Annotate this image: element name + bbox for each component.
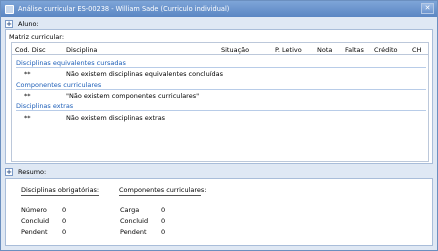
numero-label: Número bbox=[21, 206, 47, 214]
app-icon bbox=[5, 4, 14, 14]
expand-icon[interactable]: + bbox=[5, 168, 13, 176]
resumo-panel: Disciplinas obrigatórias: Número 0 Concl… bbox=[5, 178, 433, 246]
resumo-label: Resumo: bbox=[18, 168, 47, 176]
col-ch[interactable]: CH bbox=[412, 46, 421, 54]
col-disciplina[interactable]: Disciplina bbox=[66, 46, 97, 54]
analysis-window: Análise curricular ES-00238 - William Sa… bbox=[0, 0, 438, 251]
obrigatorias-divider bbox=[21, 195, 99, 196]
concluidas-label: Concluid bbox=[120, 217, 149, 225]
col-periodo-letivo[interactable]: P. Letivo bbox=[275, 46, 302, 54]
grid-header: Cod. Disc Disciplina Situação P. Letivo … bbox=[12, 43, 428, 55]
group-disciplinas-extras[interactable]: Disciplinas extras bbox=[16, 102, 426, 111]
aluno-section-header[interactable]: + Aluno: bbox=[5, 20, 39, 28]
numero-value: 0 bbox=[62, 206, 67, 214]
concluidas-value: 0 bbox=[161, 217, 166, 225]
aluno-label: Aluno: bbox=[18, 20, 39, 28]
col-credito[interactable]: Crédito bbox=[374, 46, 398, 54]
group-componentes-curriculares[interactable]: Componentes curriculares bbox=[16, 81, 426, 90]
col-cod-disc[interactable]: Cod. Disc bbox=[15, 46, 46, 54]
resumo-section-header[interactable]: + Resumo: bbox=[5, 168, 46, 176]
pendentes-value: 0 bbox=[161, 228, 166, 236]
group-disciplinas-equivalentes[interactable]: Disciplinas equivalentes cursadas bbox=[16, 59, 426, 68]
row-code: ** bbox=[24, 70, 31, 78]
window-title: Análise curricular ES-00238 - William Sa… bbox=[18, 5, 230, 13]
pendentes-label: Pendent bbox=[21, 228, 48, 236]
pendentes-value: 0 bbox=[62, 228, 67, 236]
title-bar[interactable]: Análise curricular ES-00238 - William Sa… bbox=[1, 1, 437, 17]
concluidas-label: Concluid bbox=[21, 217, 50, 225]
row-code: ** bbox=[24, 92, 31, 100]
componentes-divider bbox=[119, 195, 201, 196]
col-nota[interactable]: Nota bbox=[317, 46, 332, 54]
row-message: "Não existem componentes curriculares" bbox=[66, 92, 200, 100]
carga-value: 0 bbox=[161, 206, 166, 214]
carga-label: Carga bbox=[120, 206, 140, 214]
col-faltas[interactable]: Faltas bbox=[345, 46, 364, 54]
matriz-panel: Matriz curricular: Cod. Disc Disciplina … bbox=[5, 29, 433, 164]
col-situacao[interactable]: Situação bbox=[221, 46, 249, 54]
row-message: Não existem disciplinas equivalentes con… bbox=[66, 70, 224, 78]
matriz-grid[interactable]: Cod. Disc Disciplina Situação P. Letivo … bbox=[11, 42, 429, 162]
row-message: Não existem disciplinas extras bbox=[66, 114, 166, 122]
row-code: ** bbox=[24, 114, 31, 122]
close-button[interactable]: ✕ bbox=[421, 3, 434, 14]
expand-icon[interactable]: + bbox=[5, 20, 13, 28]
obrigatorias-title: Disciplinas obrigatórias: bbox=[21, 186, 100, 194]
componentes-title: Componentes curriculares: bbox=[119, 186, 207, 194]
matriz-label: Matriz curricular: bbox=[9, 33, 65, 41]
concluidas-value: 0 bbox=[62, 217, 67, 225]
pendentes-label: Pendent bbox=[120, 228, 147, 236]
